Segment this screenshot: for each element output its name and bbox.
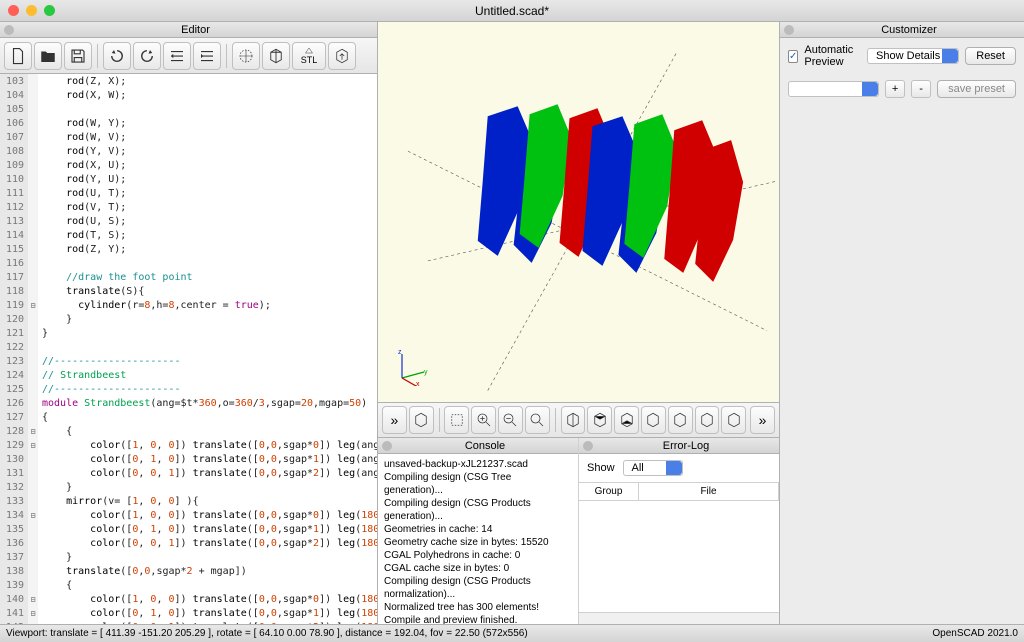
save-preset-button[interactable]: save preset [937, 80, 1016, 98]
console-title: Console [396, 440, 574, 452]
errorlog-show-label: Show [587, 462, 615, 474]
app-version: OpenSCAD 2021.0 [932, 628, 1018, 639]
toolbar-more-button[interactable]: » [750, 406, 775, 434]
toolbar-overflow-button[interactable]: » [382, 406, 407, 434]
viewport-status: Viewport: translate = [ 411.39 -151.20 2… [6, 628, 528, 639]
add-preset-button[interactable]: + [885, 80, 905, 98]
zoom-all-button[interactable] [444, 406, 469, 434]
indent-button[interactable] [193, 42, 221, 70]
remove-preset-button[interactable]: - [911, 80, 931, 98]
errorlog-col-file[interactable]: File [639, 483, 779, 500]
errorlog-title: Error-Log [597, 440, 775, 452]
show-details-select[interactable]: Show Details [867, 48, 959, 64]
close-window-button[interactable] [8, 5, 19, 16]
code-editor[interactable]: 103 104 105 106 107 108 109 110 111 112 … [0, 74, 377, 624]
customizer-pane: Customizer ✓ Automatic Preview Show Deta… [780, 22, 1024, 624]
errorlog-pane: Error-Log Show All Group File [579, 438, 779, 624]
preset-select[interactable] [788, 81, 879, 97]
title-bar: Untitled.scad* [0, 0, 1024, 22]
editor-pane: Editor STL 103 104 105 106 107 108 109 1… [0, 22, 378, 624]
errorlog-filter-select[interactable]: All [623, 460, 683, 476]
view-right-button[interactable] [561, 406, 586, 434]
viewport-toolbar: » » [378, 402, 779, 438]
redo-button[interactable] [133, 42, 161, 70]
console-output[interactable]: unsaved-backup-xJL21237.scadCompiling de… [378, 454, 578, 624]
save-file-button[interactable] [64, 42, 92, 70]
errorlog-table-header: Group File [579, 482, 779, 501]
unindent-button[interactable] [163, 42, 191, 70]
customizer-close-icon[interactable] [784, 25, 794, 35]
console-pane: Console unsaved-backup-xJL21237.scadComp… [378, 438, 579, 624]
new-file-button[interactable] [4, 42, 32, 70]
3d-viewport[interactable]: z y x [378, 22, 779, 402]
window-title: Untitled.scad* [475, 4, 549, 18]
minimize-window-button[interactable] [26, 5, 37, 16]
errorlog-scrollbar[interactable] [579, 612, 779, 624]
errorlog-body[interactable] [579, 501, 779, 612]
svg-text:y: y [424, 369, 428, 376]
editor-close-icon[interactable] [4, 25, 14, 35]
render-button[interactable] [262, 42, 290, 70]
zoom-out-button[interactable] [498, 406, 523, 434]
console-close-icon[interactable] [382, 441, 392, 451]
auto-preview-label: Automatic Preview [804, 44, 861, 68]
view-top-button[interactable] [587, 406, 612, 434]
reset-button[interactable]: Reset [965, 47, 1016, 65]
status-bar: Viewport: translate = [ 411.39 -151.20 2… [0, 624, 1024, 642]
errorlog-col-group[interactable]: Group [579, 483, 639, 500]
send-to-print-button[interactable] [328, 42, 356, 70]
window-controls [8, 5, 55, 16]
reset-view-button[interactable] [525, 406, 550, 434]
zoom-in-button[interactable] [471, 406, 496, 434]
export-stl-button[interactable]: STL [292, 42, 326, 70]
svg-text:z: z [398, 349, 402, 356]
view-bottom-button[interactable] [614, 406, 639, 434]
undo-button[interactable] [103, 42, 131, 70]
open-file-button[interactable] [34, 42, 62, 70]
zoom-window-button[interactable] [44, 5, 55, 16]
view-preview-button[interactable] [409, 406, 434, 434]
view-diagonal-button[interactable] [721, 406, 746, 434]
editor-toolbar: STL [0, 38, 377, 74]
auto-preview-checkbox[interactable]: ✓ [788, 50, 798, 63]
customizer-title: Customizer [798, 24, 1020, 36]
editor-title: Editor [18, 24, 373, 36]
preview-button[interactable] [232, 42, 260, 70]
view-back-button[interactable] [695, 406, 720, 434]
view-left-button[interactable] [641, 406, 666, 434]
view-front-button[interactable] [668, 406, 693, 434]
axis-gizmo: z y x [394, 346, 434, 388]
svg-text:x: x [416, 381, 420, 386]
errorlog-close-icon[interactable] [583, 441, 593, 451]
preview-column: z y x » » [378, 22, 780, 624]
